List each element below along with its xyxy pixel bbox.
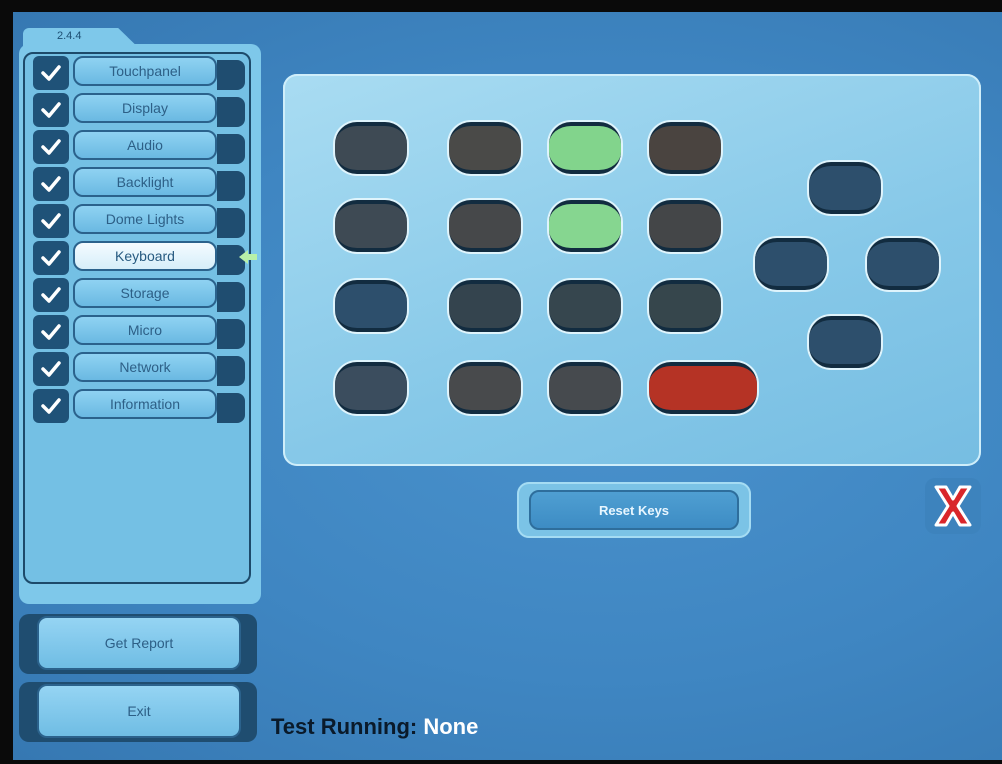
sidebar-item-label[interactable]: Audio — [73, 130, 217, 160]
menu-item-tail — [217, 319, 245, 349]
check-icon — [33, 130, 69, 164]
status-label: Test Running: — [271, 714, 418, 739]
key-r2-c3 — [549, 200, 621, 252]
sidebar-item-label[interactable]: Micro — [73, 315, 217, 345]
key-dpad-right — [867, 238, 939, 290]
key-r4-wide — [649, 362, 757, 414]
menu-item-tail — [217, 282, 245, 312]
version-tab — [23, 28, 145, 54]
sidebar-item-storage[interactable]: Storage — [33, 278, 251, 312]
check-icon — [33, 167, 69, 201]
close-icon — [934, 485, 972, 527]
get-report-frame: Get Report — [19, 614, 257, 674]
sidebar-item-label[interactable]: Display — [73, 93, 217, 123]
key-r4-c2 — [449, 362, 521, 414]
get-report-button[interactable]: Get Report — [37, 616, 241, 670]
sidebar-item-dome-lights[interactable]: Dome Lights — [33, 204, 251, 238]
test-status: Test Running: None — [271, 714, 478, 740]
key-r2-c1 — [335, 200, 407, 252]
key-r2-c2 — [449, 200, 521, 252]
key-r1-c1 — [335, 122, 407, 174]
check-icon — [33, 389, 69, 423]
app-screen: 2.4.4 Touchpanel Display Audio Backlight… — [13, 12, 1002, 760]
key-dpad-down — [809, 316, 881, 368]
sidebar-item-touchpanel[interactable]: Touchpanel — [33, 56, 251, 90]
sidebar-item-label[interactable]: Network — [73, 352, 217, 382]
keyboard-test-panel — [283, 74, 981, 466]
menu-item-tail — [217, 171, 245, 201]
sidebar-item-label[interactable]: Information — [73, 389, 217, 419]
arrow-left-icon — [239, 250, 257, 264]
check-icon — [33, 204, 69, 238]
check-icon — [33, 93, 69, 127]
exit-frame: Exit — [19, 682, 257, 742]
sidebar-item-network[interactable]: Network — [33, 352, 251, 386]
check-icon — [33, 241, 69, 275]
key-r3-c1 — [335, 280, 407, 332]
status-value: None — [423, 714, 479, 739]
key-r3-c4 — [649, 280, 721, 332]
menu-item-tail — [217, 97, 245, 127]
menu-item-tail — [217, 208, 245, 238]
check-icon — [33, 56, 69, 90]
sidebar-item-backlight[interactable]: Backlight — [33, 167, 251, 201]
close-button[interactable] — [925, 478, 981, 534]
reset-keys-frame: Reset Keys — [517, 482, 751, 538]
sidebar-item-label[interactable]: Storage — [73, 278, 217, 308]
key-r2-c4 — [649, 200, 721, 252]
sidebar-item-label[interactable]: Dome Lights — [73, 204, 217, 234]
key-r3-c3 — [549, 280, 621, 332]
menu-item-tail — [217, 134, 245, 164]
key-r1-c3 — [549, 122, 621, 174]
sidebar-item-display[interactable]: Display — [33, 93, 251, 127]
key-dpad-up — [809, 162, 881, 214]
check-icon — [33, 315, 69, 349]
key-r1-c4 — [649, 122, 721, 174]
sidebar-item-information[interactable]: Information — [33, 389, 251, 423]
sidebar-item-keyboard[interactable]: Keyboard — [33, 241, 257, 275]
exit-button[interactable]: Exit — [37, 684, 241, 738]
reset-keys-button[interactable]: Reset Keys — [529, 490, 739, 530]
sidebar-item-label[interactable]: Touchpanel — [73, 56, 217, 86]
sidebar-item-micro[interactable]: Micro — [33, 315, 251, 349]
menu-item-tail — [217, 60, 245, 90]
sidebar-item-label[interactable]: Backlight — [73, 167, 217, 197]
version-label: 2.4.4 — [57, 30, 82, 42]
key-dpad-left — [755, 238, 827, 290]
key-r4-c1 — [335, 362, 407, 414]
check-icon — [33, 352, 69, 386]
sidebar-item-audio[interactable]: Audio — [33, 130, 251, 164]
key-r4-c3 — [549, 362, 621, 414]
key-r3-c2 — [449, 280, 521, 332]
check-icon — [33, 278, 69, 312]
menu-item-tail — [217, 356, 245, 386]
menu-item-tail — [217, 393, 245, 423]
key-r1-c2 — [449, 122, 521, 174]
sidebar-item-label[interactable]: Keyboard — [73, 241, 217, 271]
